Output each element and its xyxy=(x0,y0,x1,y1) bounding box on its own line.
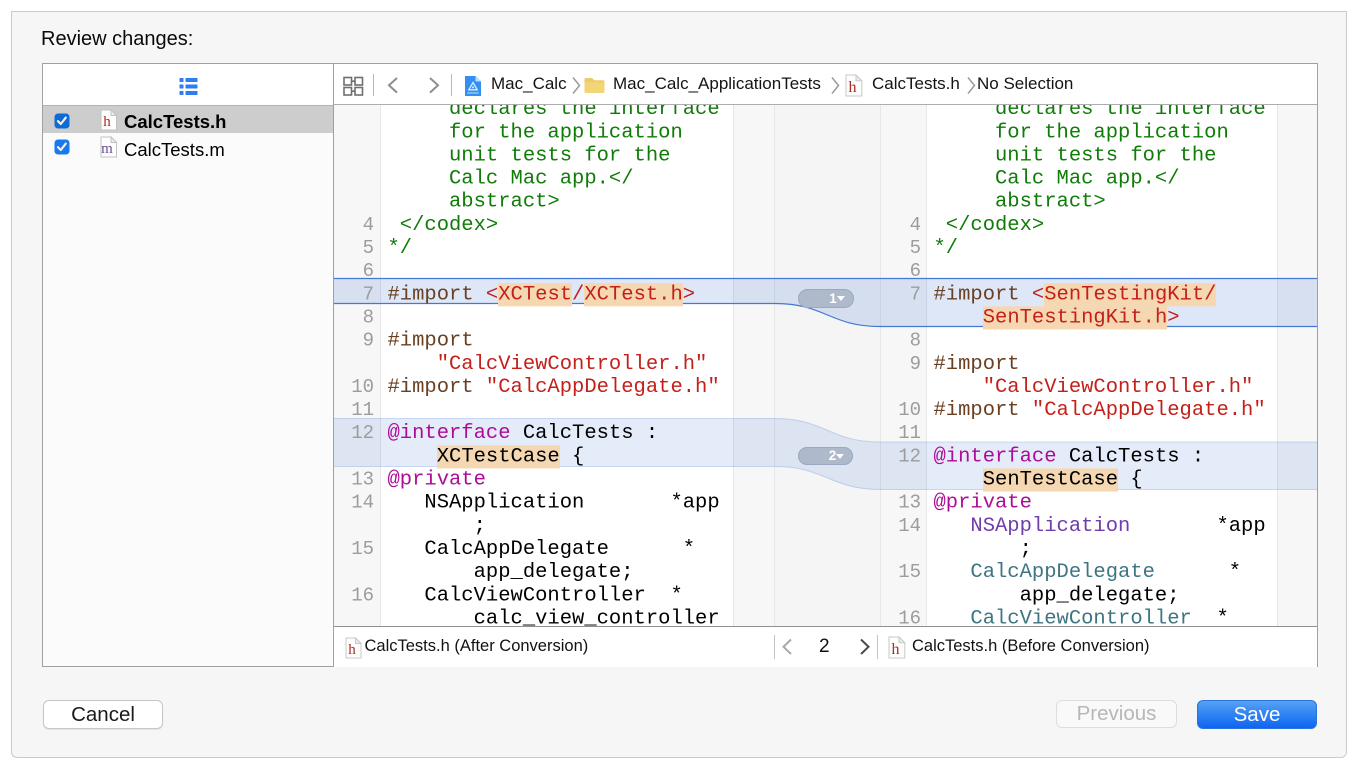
svg-text:h: h xyxy=(348,642,356,658)
svg-text:h: h xyxy=(103,114,111,130)
svg-text:m: m xyxy=(101,141,113,157)
svg-text:h: h xyxy=(849,79,857,96)
svg-text:h: h xyxy=(892,641,900,658)
